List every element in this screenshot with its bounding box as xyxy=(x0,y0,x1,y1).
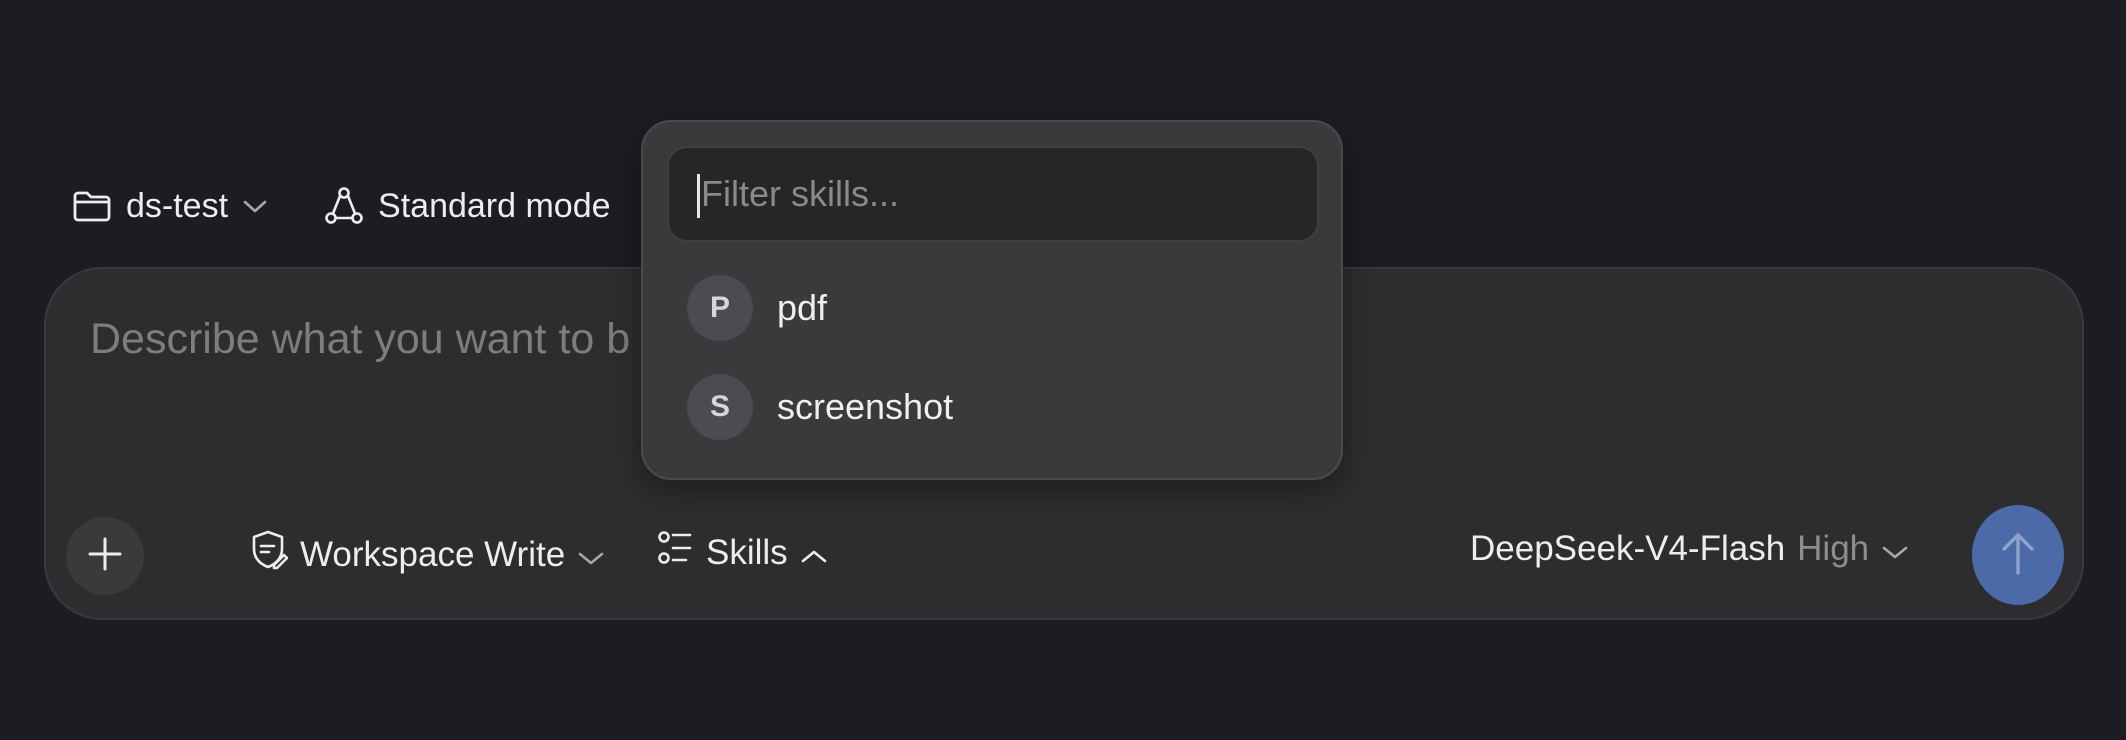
top-toolbar: ds-test Standard mode xyxy=(72,178,611,234)
skill-item-screenshot[interactable]: S screenshot xyxy=(687,371,1307,443)
plus-icon xyxy=(87,536,123,577)
list-icon xyxy=(656,529,694,576)
add-attachment-button[interactable] xyxy=(66,517,144,595)
chevron-up-icon xyxy=(800,533,828,573)
folder-selector[interactable]: ds-test xyxy=(72,187,268,226)
model-selector[interactable]: DeepSeek-V4-Flash High xyxy=(1470,529,1909,569)
chevron-down-icon xyxy=(1881,529,1909,569)
chevron-down-icon xyxy=(577,535,605,575)
skills-filter-box xyxy=(667,146,1319,242)
arrow-up-icon xyxy=(1998,529,2038,582)
skill-label: screenshot xyxy=(777,386,954,427)
composer-toolbar: Workspace Write Skills DeepSeek-V4-Flash… xyxy=(66,505,2064,607)
model-name: DeepSeek-V4-Flash xyxy=(1470,529,1786,568)
permission-label: Workspace Write xyxy=(300,534,566,574)
skills-label: Skills xyxy=(706,532,788,572)
skills-filter-input[interactable] xyxy=(695,164,1301,224)
chevron-down-icon xyxy=(242,198,268,214)
mode-selector[interactable]: Standard mode xyxy=(324,186,611,226)
mode-label: Standard mode xyxy=(378,186,611,225)
skill-avatar: S xyxy=(687,374,753,440)
folder-icon xyxy=(72,188,112,224)
send-button[interactable] xyxy=(1972,505,2064,605)
permission-selector[interactable]: Workspace Write xyxy=(250,529,605,580)
skill-label: pdf xyxy=(777,287,828,328)
folder-label: ds-test xyxy=(126,186,229,225)
skills-dropdown: P pdf S screenshot xyxy=(641,120,1343,480)
nodes-icon xyxy=(324,186,364,226)
shield-edit-icon xyxy=(250,529,289,580)
skills-toggle[interactable]: Skills xyxy=(656,529,828,576)
skill-avatar: P xyxy=(687,275,753,341)
app-root: ds-test Standard mode Describe what you … xyxy=(0,0,2126,740)
skill-item-pdf[interactable]: P pdf xyxy=(687,272,1307,344)
reasoning-effort: High xyxy=(1797,529,1870,568)
